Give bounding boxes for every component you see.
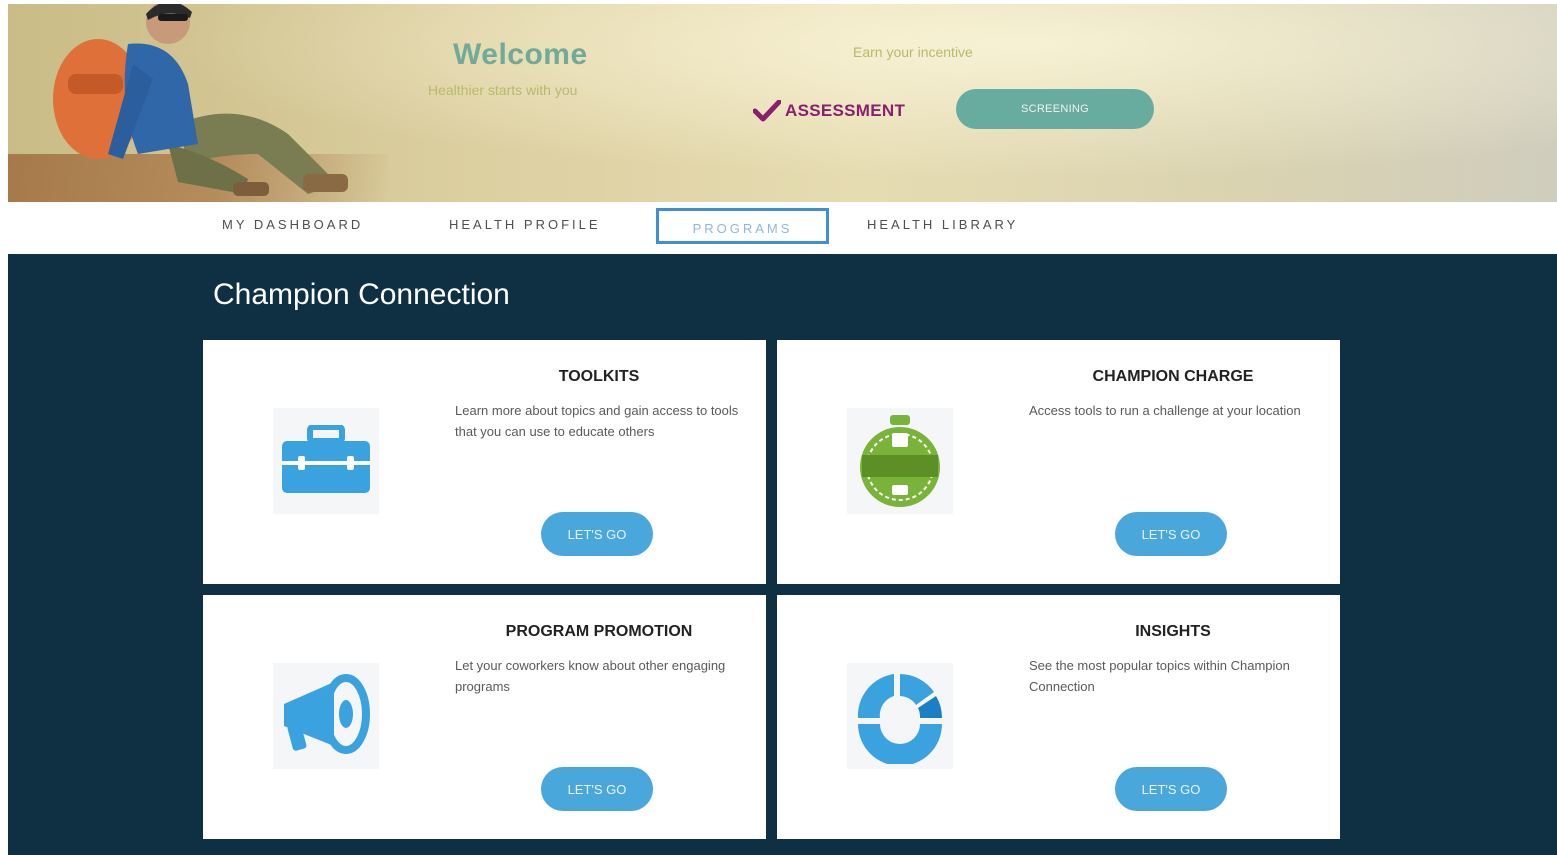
nav-health-profile[interactable]: HEALTH PROFILE	[449, 217, 601, 237]
welcome-subtitle: Healthier starts with you	[428, 82, 578, 98]
toolkits-lets-go-button[interactable]: LET'S GO	[541, 512, 653, 556]
card-title: CHAMPION CHARGE	[1092, 368, 1254, 385]
card-champion-charge: CHAMPION CHARGE Access tools to run a ch…	[777, 340, 1340, 584]
card-insights: INSIGHTS See the most popular topics wit…	[777, 595, 1340, 839]
card-title: INSIGHTS	[1135, 623, 1211, 640]
earn-incentive-text: Earn your incentive	[853, 44, 973, 60]
toolbox-icon	[273, 408, 379, 514]
card-title: PROGRAM PROMOTION	[505, 623, 693, 640]
assessment-label: ASSESSMENT	[785, 101, 906, 120]
screening-button[interactable]: SCREENING	[956, 89, 1154, 129]
assessment-status[interactable]: ASSESSMENT	[753, 100, 905, 122]
donut-chart-icon	[847, 663, 953, 769]
card-description: Let your coworkers know about other enga…	[455, 658, 726, 694]
app-window: Welcome Healthier starts with you Earn y…	[0, 0, 1557, 855]
champion-charge-lets-go-button[interactable]: LET'S GO	[1115, 512, 1227, 556]
main-content: Champion Connection TOOLKITS Learn more …	[8, 254, 1557, 855]
card-toolkits: TOOLKITS Learn more about topics and gai…	[203, 340, 766, 584]
card-program-promotion: PROGRAM PROMOTION Let your coworkers kno…	[203, 595, 766, 839]
card-description: Learn more about topics and gain access …	[455, 403, 739, 439]
page-title: Champion Connection	[213, 278, 510, 311]
hiker-photo	[53, 4, 348, 196]
checkmark-icon	[753, 100, 781, 122]
card-description: Access tools to run a challenge at your …	[1029, 403, 1301, 418]
program-promotion-lets-go-button[interactable]: LET'S GO	[541, 767, 653, 811]
champion-charge-logo	[847, 408, 953, 514]
hero-banner: Welcome Healthier starts with you Earn y…	[8, 4, 1557, 202]
welcome-heading: Welcome	[453, 38, 588, 71]
nav-my-dashboard[interactable]: MY DASHBOARD	[222, 217, 363, 237]
card-title: TOOLKITS	[558, 368, 640, 385]
main-nav: MY DASHBOARD HEALTH PROFILE PROGRAMS HEA…	[8, 202, 1557, 254]
nav-health-library[interactable]: HEALTH LIBRARY	[867, 217, 1018, 237]
megaphone-icon	[273, 663, 379, 769]
card-description: See the most popular topics within Champ…	[1029, 658, 1290, 694]
nav-programs[interactable]: PROGRAMS	[656, 208, 829, 244]
insights-lets-go-button[interactable]: LET'S GO	[1115, 767, 1227, 811]
